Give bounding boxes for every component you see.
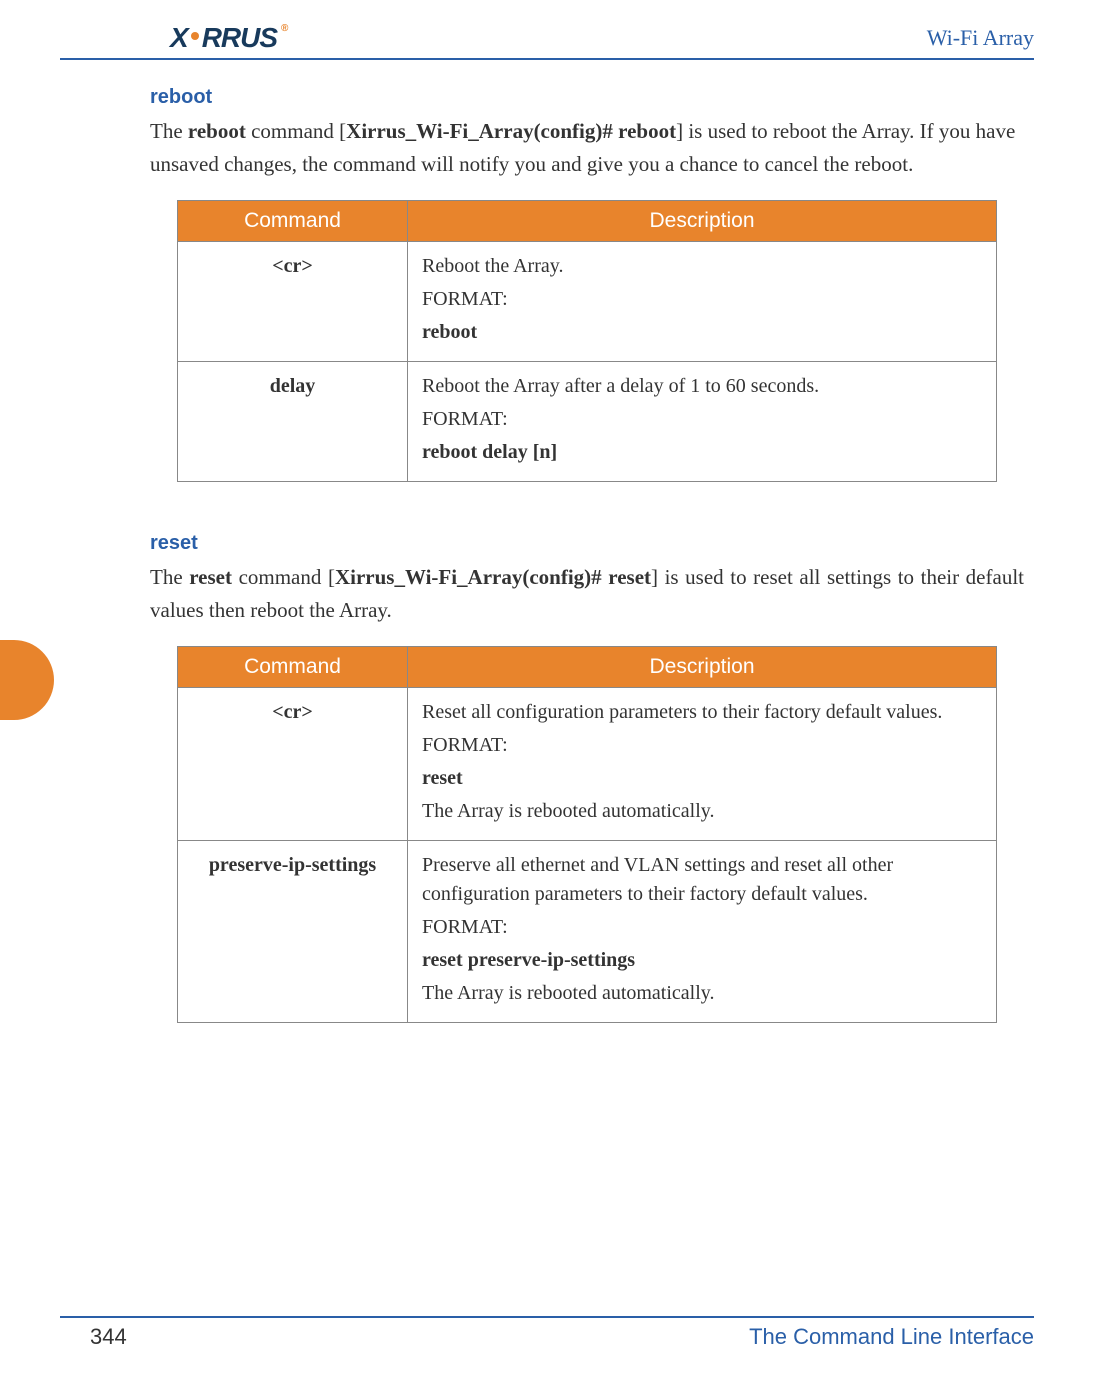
table-row: preserve-ip-settings Preserve all ethern…	[178, 841, 997, 1023]
page-number: 344	[90, 1324, 127, 1350]
col-header-description: Description	[408, 201, 997, 242]
table-header-row: Command Description	[178, 201, 997, 242]
cmd-cell: preserve-ip-settings	[178, 841, 408, 1023]
desc-line: The Array is rebooted automatically.	[422, 979, 982, 1008]
brand-logo: X RRUS ®	[170, 22, 287, 54]
desc-line: FORMAT:	[422, 731, 982, 760]
desc-line: The Array is rebooted automatically.	[422, 797, 982, 826]
desc-line: FORMAT:	[422, 913, 982, 942]
desc-cell: Reboot the Array. FORMAT: reboot	[408, 242, 997, 362]
intro-text: command [	[246, 119, 346, 143]
desc-line: Reboot the Array.	[422, 252, 982, 281]
intro-text: The	[150, 119, 188, 143]
footer-chapter-title: The Command Line Interface	[749, 1324, 1034, 1350]
page-container: X RRUS ® Wi-Fi Array reboot The reboot c…	[0, 0, 1094, 1376]
desc-line: FORMAT:	[422, 285, 982, 314]
registered-icon: ®	[281, 23, 287, 34]
page-header: X RRUS ® Wi-Fi Array	[60, 22, 1034, 60]
section-intro-reboot: The reboot command [Xirrus_Wi-Fi_Array(c…	[150, 115, 1024, 180]
header-product-name: Wi-Fi Array	[927, 25, 1034, 51]
cmd-cell: delay	[178, 362, 408, 482]
page-footer: 344 The Command Line Interface	[60, 1316, 1034, 1350]
desc-line: Reset all configuration parameters to th…	[422, 698, 982, 727]
desc-cell: Preserve all ethernet and VLAN settings …	[408, 841, 997, 1023]
col-header-description: Description	[408, 647, 997, 688]
page-content: reboot The reboot command [Xirrus_Wi-Fi_…	[60, 86, 1034, 1023]
desc-line: Preserve all ethernet and VLAN settings …	[422, 851, 982, 909]
table-row: <cr> Reboot the Array. FORMAT: reboot	[178, 242, 997, 362]
desc-format: reset preserve-ip-settings	[422, 946, 982, 975]
desc-cell: Reset all configuration parameters to th…	[408, 688, 997, 841]
section-title-reboot: reboot	[150, 86, 1024, 109]
col-header-command: Command	[178, 201, 408, 242]
desc-format: reset	[422, 764, 982, 793]
intro-cmd: reboot	[188, 119, 246, 143]
intro-cmd: reset	[189, 565, 232, 589]
side-tab-decor	[0, 640, 54, 720]
logo-text: RRUS	[202, 22, 277, 54]
desc-format: reboot delay [n]	[422, 438, 982, 467]
table-row: <cr> Reset all configuration parameters …	[178, 688, 997, 841]
cmd-cell: <cr>	[178, 688, 408, 841]
reset-command-table: Command Description <cr> Reset all confi…	[177, 646, 997, 1023]
intro-prompt: Xirrus_Wi-Fi_Array(config)# reboot	[346, 119, 676, 143]
table-header-row: Command Description	[178, 647, 997, 688]
intro-prompt: Xirrus_Wi-Fi_Array(config)# reset	[335, 565, 651, 589]
reboot-command-table: Command Description <cr> Reboot the Arra…	[177, 200, 997, 482]
logo-dot-icon	[191, 32, 199, 40]
intro-text: The	[150, 565, 189, 589]
col-header-command: Command	[178, 647, 408, 688]
section-intro-reset: The reset command [Xirrus_Wi-Fi_Array(co…	[150, 561, 1024, 626]
desc-format: reboot	[422, 318, 982, 347]
logo-text: X	[170, 22, 188, 54]
desc-line: FORMAT:	[422, 405, 982, 434]
desc-cell: Reboot the Array after a delay of 1 to 6…	[408, 362, 997, 482]
desc-line: Reboot the Array after a delay of 1 to 6…	[422, 372, 982, 401]
cmd-cell: <cr>	[178, 242, 408, 362]
intro-text: command [	[232, 565, 335, 589]
table-row: delay Reboot the Array after a delay of …	[178, 362, 997, 482]
section-title-reset: reset	[150, 532, 1024, 555]
